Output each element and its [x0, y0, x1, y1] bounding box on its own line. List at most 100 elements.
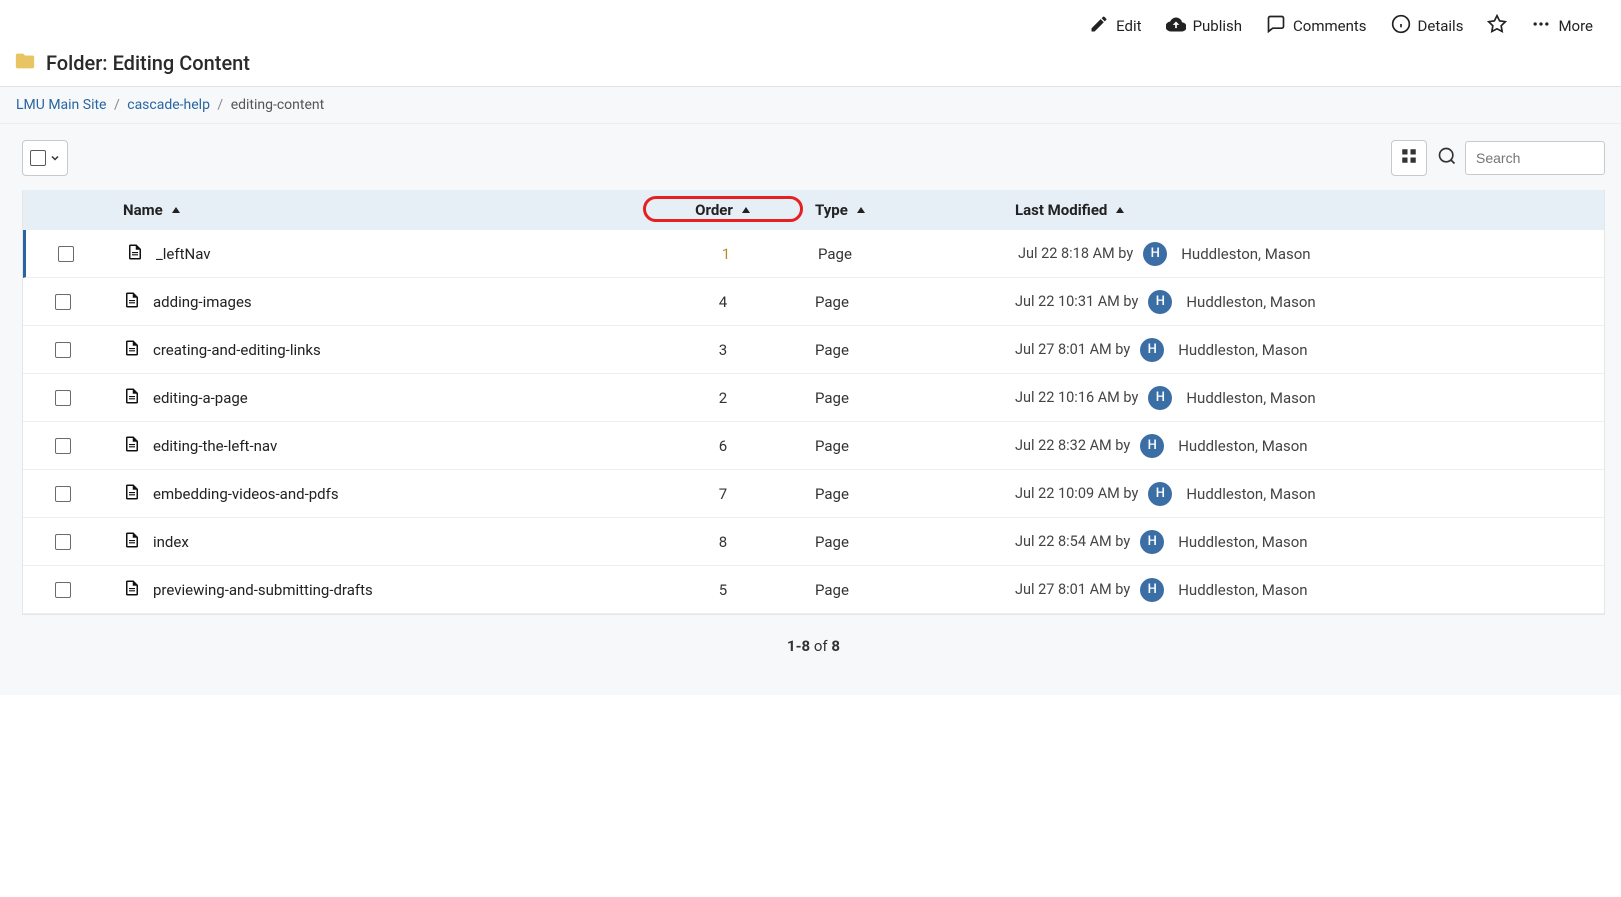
file-name[interactable]: adding-images: [153, 293, 252, 311]
select-all-checkbox[interactable]: [30, 150, 46, 166]
row-type-cell: Page: [803, 293, 1003, 311]
row-checkbox[interactable]: [58, 246, 74, 262]
edit-label: Edit: [1116, 17, 1141, 35]
header-modified-label: Last Modified: [1015, 201, 1107, 219]
type-value: Page: [815, 341, 849, 359]
row-checkbox[interactable]: [55, 342, 71, 358]
row-modified-cell: Jul 27 8:01 AM by H Huddleston, Mason: [1003, 578, 1604, 602]
row-checkbox-cell: [23, 390, 103, 406]
page-icon: [123, 339, 141, 361]
breadcrumb-site[interactable]: LMU Main Site: [16, 97, 106, 113]
details-label: Details: [1418, 17, 1464, 35]
page-icon: [123, 387, 141, 409]
favorite-button[interactable]: [1487, 14, 1507, 38]
modified-text: Jul 22 10:09 AM by: [1015, 485, 1138, 502]
header-order[interactable]: Order: [643, 201, 803, 219]
pagination: 1-8 of 8: [22, 637, 1605, 655]
more-button[interactable]: More: [1531, 14, 1593, 38]
author-avatar[interactable]: H: [1148, 290, 1172, 314]
row-checkbox-cell: [26, 246, 106, 262]
row-name-cell: index: [103, 531, 643, 553]
header-modified[interactable]: Last Modified: [1003, 201, 1604, 219]
row-type-cell: Page: [806, 245, 1006, 263]
row-checkbox-cell: [23, 438, 103, 454]
select-all-dropdown[interactable]: [22, 140, 68, 176]
row-modified-cell: Jul 22 10:16 AM by HHuddleston, Mason: [1003, 386, 1604, 410]
author-avatar[interactable]: H: [1140, 338, 1164, 362]
row-checkbox[interactable]: [55, 390, 71, 406]
sort-asc-icon: [856, 205, 866, 215]
search-icon[interactable]: [1437, 146, 1457, 170]
table-row[interactable]: adding-images4PageJul 22 10:31 AM by HHu…: [23, 278, 1604, 326]
sort-asc-icon: [741, 205, 751, 215]
row-modified-cell: Jul 22 10:09 AM by H Huddleston, Mason: [1003, 482, 1604, 506]
grid-view-button[interactable]: [1391, 140, 1427, 176]
author-avatar[interactable]: H: [1148, 386, 1172, 410]
author-name[interactable]: Huddleston, Mason: [1181, 245, 1310, 263]
file-name[interactable]: embedding-videos-and-pdfs: [153, 485, 339, 503]
row-checkbox[interactable]: [55, 486, 71, 502]
table-row[interactable]: editing-a-page2PageJul 22 10:16 AM by HH…: [23, 374, 1604, 422]
sort-asc-icon: [1115, 205, 1125, 215]
header-name-label: Name: [123, 201, 163, 219]
row-order-cell: 5: [643, 581, 803, 599]
author-name[interactable]: Huddleston, Mason: [1178, 533, 1307, 551]
author-avatar[interactable]: H: [1140, 578, 1164, 602]
chevron-down-icon: [49, 149, 61, 168]
breadcrumb-level1[interactable]: cascade-help: [127, 97, 210, 113]
author-name[interactable]: Huddleston, Mason: [1178, 341, 1307, 359]
type-value: Page: [815, 389, 849, 407]
file-name[interactable]: _leftNav: [156, 245, 211, 263]
table-row[interactable]: previewing-and-submitting-drafts 5 Page Jul…: [23, 566, 1604, 614]
table-row[interactable]: creating-and-editing-links3PageJul 27 8:…: [23, 326, 1604, 374]
pagination-range: 1-8: [787, 637, 810, 655]
author-name[interactable]: Huddleston, Mason: [1186, 389, 1315, 407]
details-button[interactable]: Details: [1391, 14, 1464, 38]
author-name[interactable]: Huddleston, Mason: [1186, 485, 1315, 503]
order-value: 4: [719, 293, 727, 311]
row-checkbox[interactable]: [55, 294, 71, 310]
author-avatar[interactable]: H: [1140, 434, 1164, 458]
breadcrumb: LMU Main Site / cascade-help / editing-c…: [0, 87, 1621, 124]
publish-button[interactable]: Publish: [1166, 14, 1242, 38]
author-avatar[interactable]: H: [1143, 242, 1167, 266]
author-avatar[interactable]: H: [1140, 530, 1164, 554]
row-checkbox[interactable]: [55, 534, 71, 550]
row-modified-cell: Jul 22 8:18 AM by H Huddleston, Mason: [1006, 242, 1604, 266]
header-type[interactable]: Type: [803, 201, 1003, 219]
file-name[interactable]: editing-the-left-nav: [153, 437, 277, 455]
type-value: Page: [815, 293, 849, 311]
author-avatar[interactable]: H: [1148, 482, 1172, 506]
page-icon: [123, 291, 141, 313]
file-name[interactable]: creating-and-editing-links: [153, 341, 321, 359]
table-row[interactable]: _leftNav 1Page Jul 22 8:18 AM by H Huddlest…: [23, 230, 1604, 278]
author-name[interactable]: Huddleston, Mason: [1186, 293, 1315, 311]
table-row[interactable]: editing-the-left-nav6PageJul 22 8:32 AM …: [23, 422, 1604, 470]
row-type-cell: Page: [803, 581, 1003, 599]
row-name-cell: embedding-videos-and-pdfs: [103, 483, 643, 505]
table-row[interactable]: index8PageJul 22 8:54 AM by HHuddleston,…: [23, 518, 1604, 566]
row-order-cell: 1: [646, 245, 806, 263]
author-name[interactable]: Huddleston, Mason: [1178, 437, 1307, 455]
author-name[interactable]: Huddleston, Mason: [1178, 581, 1307, 599]
file-name[interactable]: index: [153, 533, 189, 551]
action-toolbar: Edit Publish Comments Details More: [0, 0, 1621, 50]
row-order-cell: 4: [643, 293, 803, 311]
page-title-row: Folder: Editing Content: [0, 50, 1621, 87]
row-checkbox[interactable]: [55, 582, 71, 598]
info-icon: [1391, 14, 1411, 38]
page-icon: [123, 579, 141, 601]
header-name[interactable]: Name: [103, 201, 643, 219]
type-value: Page: [815, 581, 849, 599]
table-row[interactable]: embedding-videos-and-pdfs7PageJul 22 10:…: [23, 470, 1604, 518]
comments-button[interactable]: Comments: [1266, 14, 1367, 38]
modified-text: Jul 27 8:01 AM by: [1015, 581, 1130, 598]
file-name[interactable]: previewing-and-submitting-drafts: [153, 581, 373, 599]
search-input[interactable]: [1465, 141, 1605, 175]
row-order-cell: 3: [643, 341, 803, 359]
row-checkbox[interactable]: [55, 438, 71, 454]
modified-text: Jul 22 8:18 AM by: [1018, 245, 1133, 262]
edit-button[interactable]: Edit: [1089, 14, 1141, 38]
file-name[interactable]: editing-a-page: [153, 389, 248, 407]
row-order-cell: 6: [643, 437, 803, 455]
